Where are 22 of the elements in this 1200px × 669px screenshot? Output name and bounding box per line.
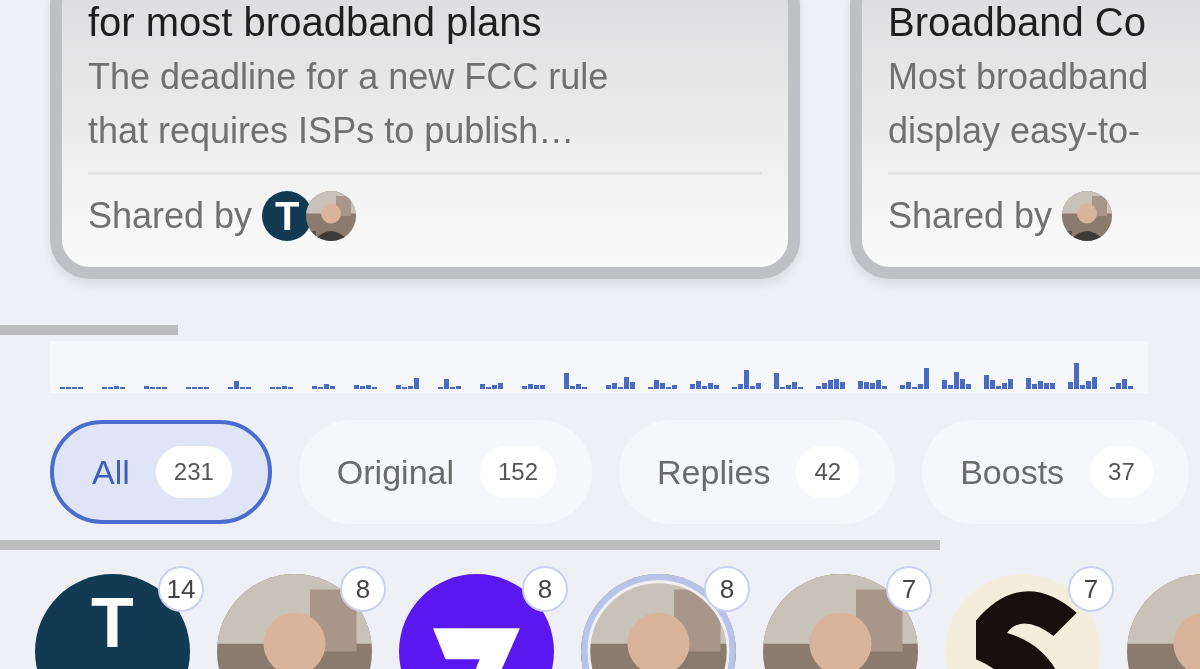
filter-tab[interactable]: Replies 42 xyxy=(619,420,896,524)
count-badge: 37 xyxy=(1090,446,1153,498)
filter-tab[interactable]: Boosts 37 xyxy=(922,420,1189,524)
count-badge: 8 xyxy=(704,566,750,612)
article-title: Broadband Co xyxy=(888,0,1147,46)
article-card[interactable]: Broadband Co Most broadband display easy-to- Shared by xyxy=(850,0,1200,279)
filter-tab[interactable]: Original 152 xyxy=(298,420,593,524)
article-card[interactable]: for most broadband plans The deadline for a new FCC rule that requires ISPs to publish… Shared by T xyxy=(50,0,800,279)
count-badge: 7 xyxy=(886,566,932,612)
article-summary: Most broadband display easy-to- xyxy=(888,55,1150,153)
count-badge: 42 xyxy=(796,446,860,498)
shared-by-label: Shared by xyxy=(88,194,253,238)
article-summary: The deadline for a new FCC rule that requires ISPs to publish… xyxy=(88,55,610,153)
article-title: for most broadband plans xyxy=(88,0,543,46)
count-badge: 231 xyxy=(155,446,232,498)
filter-tab[interactable]: All 231 xyxy=(50,420,272,524)
shared-by-label: Shared by xyxy=(888,194,1053,238)
count-badge: 152 xyxy=(480,446,557,498)
count-badge: 8 xyxy=(340,566,386,612)
count-badge: 8 xyxy=(522,566,568,612)
count-badge: 14 xyxy=(158,566,204,612)
count-badge: 7 xyxy=(1068,566,1114,612)
